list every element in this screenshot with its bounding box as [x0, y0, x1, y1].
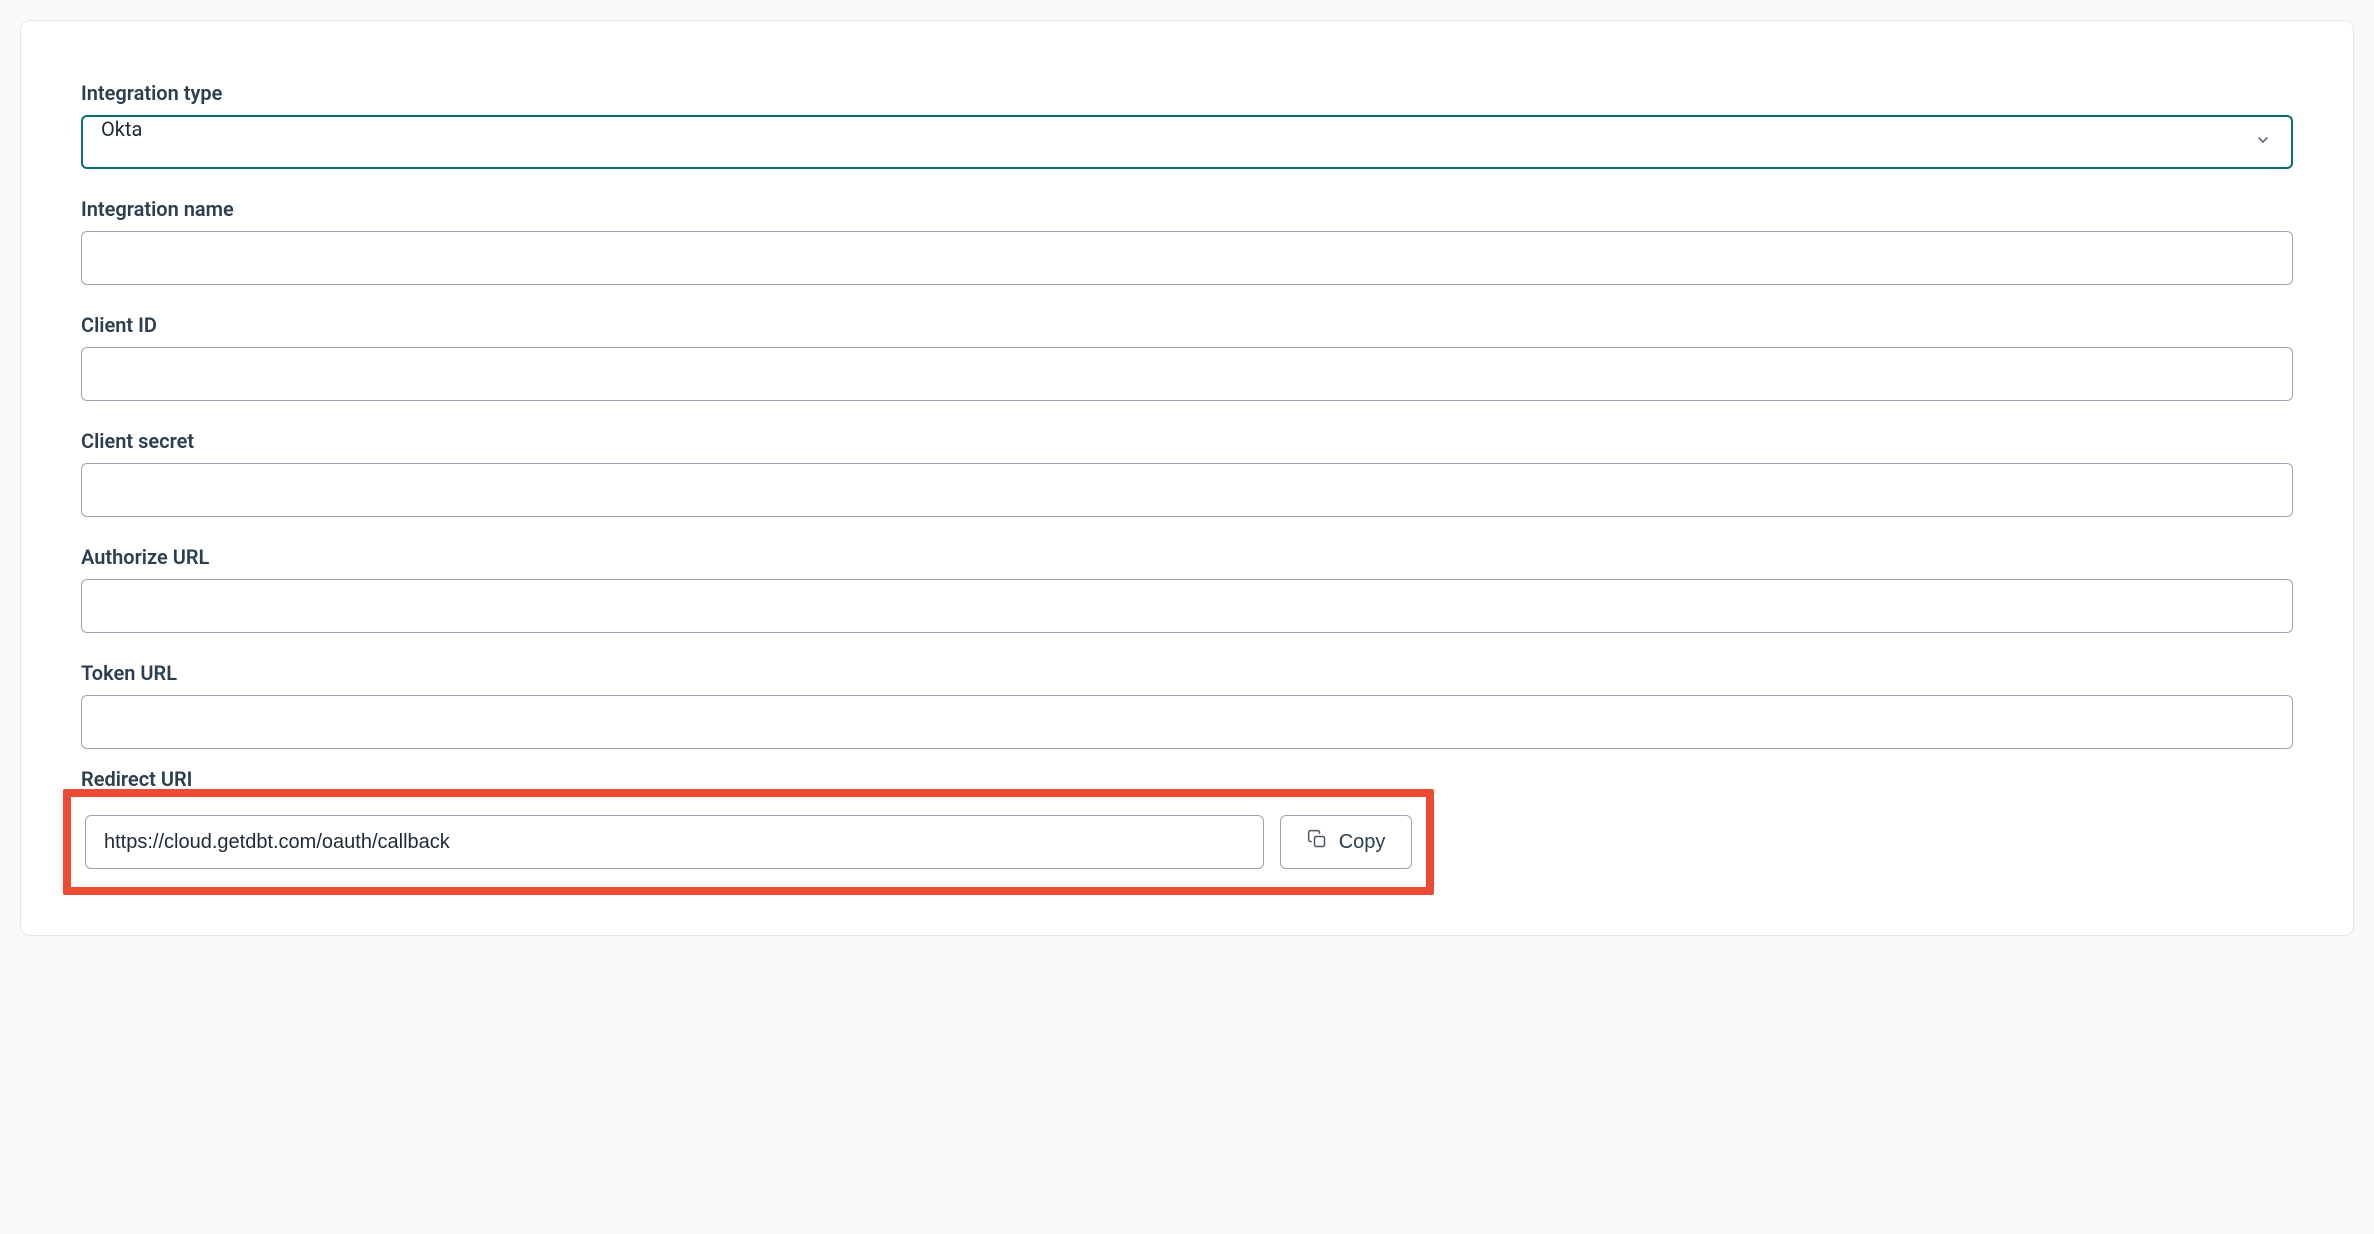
field-integration-type: Integration type Okta [81, 81, 2293, 169]
redirect-uri-highlight: Copy [63, 789, 1434, 895]
field-authorize-url: Authorize URL [81, 545, 2293, 633]
field-token-url: Token URL [81, 661, 2293, 749]
integration-type-select-wrapper: Okta [81, 115, 2293, 169]
copy-icon [1307, 829, 1327, 855]
integration-form-card: Integration type Okta Integration name C… [20, 20, 2354, 936]
label-integration-type: Integration type [81, 81, 2293, 105]
token-url-input[interactable] [81, 695, 2293, 749]
label-client-secret: Client secret [81, 429, 2293, 453]
authorize-url-input[interactable] [81, 579, 2293, 633]
integration-type-value: Okta [101, 117, 142, 141]
redirect-uri-input[interactable] [85, 815, 1264, 869]
field-redirect-uri: Redirect URI Copy [81, 777, 2293, 895]
field-integration-name: Integration name [81, 197, 2293, 285]
copy-button-label: Copy [1339, 831, 1386, 854]
label-redirect-uri: Redirect URI [81, 767, 192, 791]
client-secret-input[interactable] [81, 463, 2293, 517]
redirect-label-wrap: Redirect URI [81, 777, 2293, 793]
field-client-secret: Client secret [81, 429, 2293, 517]
field-client-id: Client ID [81, 313, 2293, 401]
label-authorize-url: Authorize URL [81, 545, 2293, 569]
client-id-input[interactable] [81, 347, 2293, 401]
label-integration-name: Integration name [81, 197, 2293, 221]
label-token-url: Token URL [81, 661, 2293, 685]
copy-button[interactable]: Copy [1280, 815, 1413, 869]
integration-type-select[interactable]: Okta [81, 115, 2293, 169]
integration-name-input[interactable] [81, 231, 2293, 285]
label-client-id: Client ID [81, 313, 2293, 337]
